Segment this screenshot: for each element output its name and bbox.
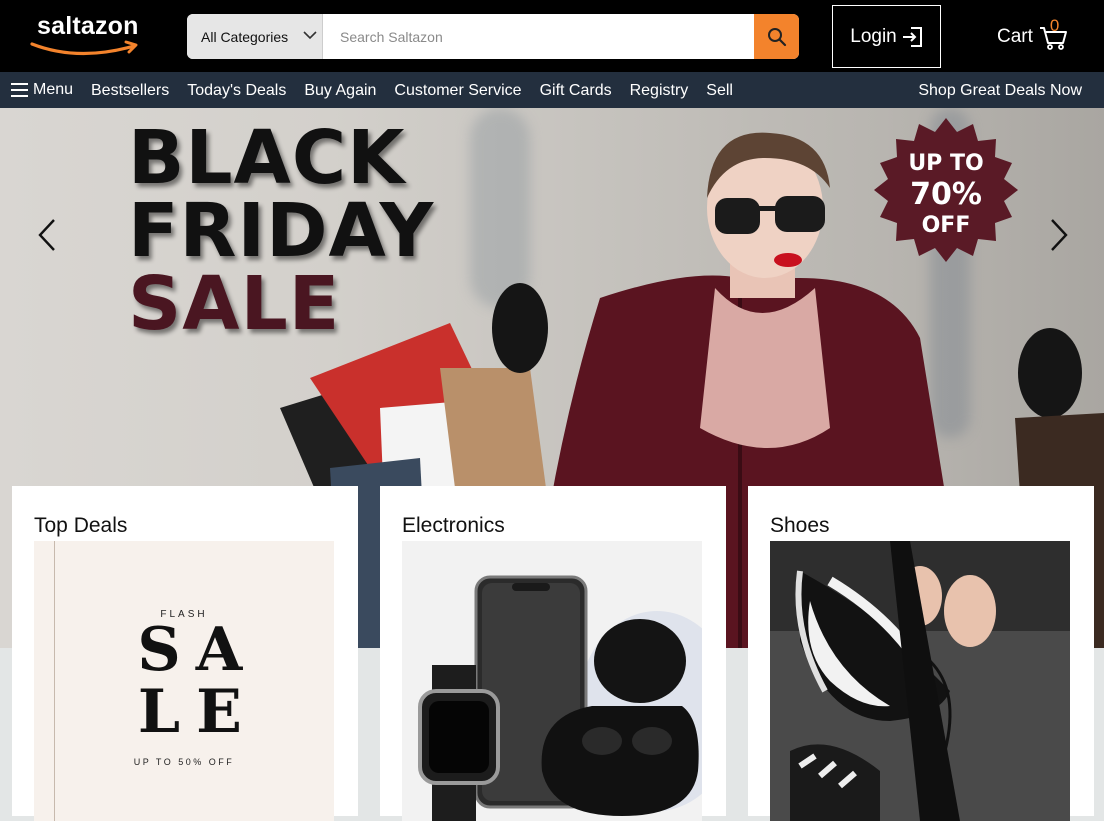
nav-links: Bestsellers Today's Deals Buy Again Cust… bbox=[91, 82, 751, 100]
sale-letter: L bbox=[137, 677, 181, 747]
shoes-image[interactable] bbox=[770, 541, 1070, 821]
category-card-shoes[interactable]: Shoes bbox=[748, 486, 1094, 821]
carousel-next-arrow-icon[interactable] bbox=[1048, 218, 1070, 252]
sale-letters: S A L E bbox=[129, 619, 249, 743]
sale-letter: A bbox=[195, 615, 243, 685]
brand-name: saltazon bbox=[37, 12, 139, 40]
chevron-down-icon bbox=[303, 31, 317, 40]
nav-link-registry[interactable]: Registry bbox=[630, 82, 689, 100]
sale-subtitle: UP TO 50% OFF bbox=[133, 757, 235, 767]
flash-sale-image[interactable]: FLASH S A L E UP TO 50% OFF bbox=[34, 541, 334, 821]
nav-link-customer-service[interactable]: Customer Service bbox=[394, 82, 521, 100]
nav-promo-link[interactable]: Shop Great Deals Now bbox=[918, 82, 1082, 100]
sale-letter: S bbox=[137, 615, 181, 685]
nav-link-sell[interactable]: Sell bbox=[706, 82, 733, 100]
search-bar: All Categories bbox=[187, 14, 799, 59]
search-button[interactable] bbox=[754, 14, 799, 59]
category-select-label: All Categories bbox=[201, 29, 289, 45]
hero-headline-line2: FRIDAY bbox=[128, 188, 435, 274]
search-input[interactable] bbox=[323, 14, 754, 59]
smile-arrow-icon bbox=[30, 40, 138, 56]
top-header: saltazon All Categories Login bbox=[0, 0, 1104, 72]
card-title: Shoes bbox=[770, 514, 830, 537]
hero-headline-line1: BLACK bbox=[128, 115, 406, 201]
hamburger-icon bbox=[11, 83, 28, 97]
sale-letter: E bbox=[196, 677, 242, 747]
brand-logo[interactable]: saltazon bbox=[20, 6, 154, 66]
cart-count-badge: 0 bbox=[1049, 16, 1060, 35]
badge-line1: UP TO bbox=[908, 151, 984, 176]
hero-headline-line3: SALE bbox=[128, 261, 341, 347]
nav-link-gift-cards[interactable]: Gift Cards bbox=[540, 82, 612, 100]
discount-badge: UP TO 70% OFF bbox=[874, 118, 1018, 262]
login-icon bbox=[902, 26, 922, 47]
badge-line2: 70% bbox=[910, 177, 982, 212]
badge-line3: OFF bbox=[921, 213, 971, 238]
category-card-electronics[interactable]: Electronics bbox=[380, 486, 726, 821]
nav-link-bestsellers[interactable]: Bestsellers bbox=[91, 82, 169, 100]
nav-link-todays-deals[interactable]: Today's Deals bbox=[187, 82, 286, 100]
menu-label: Menu bbox=[33, 81, 74, 98]
menu-button[interactable]: Menu bbox=[10, 81, 73, 99]
cart-icon: 0 bbox=[1039, 16, 1069, 52]
card-title: Top Deals bbox=[34, 514, 128, 537]
login-label: Login bbox=[850, 25, 897, 47]
category-card-top-deals[interactable]: Top Deals FLASH S A L E UP TO 50% OFF bbox=[12, 486, 358, 821]
nav-link-buy-again[interactable]: Buy Again bbox=[304, 82, 376, 100]
cart-button[interactable]: Cart 0 bbox=[997, 16, 1069, 52]
carousel-prev-arrow-icon[interactable] bbox=[36, 218, 58, 252]
nav-bar: Menu Bestsellers Today's Deals Buy Again… bbox=[0, 72, 1104, 108]
category-select[interactable]: All Categories bbox=[187, 14, 323, 59]
cart-label: Cart bbox=[997, 26, 1033, 47]
electronics-image[interactable] bbox=[402, 541, 702, 821]
card-title: Electronics bbox=[402, 514, 505, 537]
login-button[interactable]: Login bbox=[832, 5, 941, 68]
hero-headline: BLACK FRIDAY SALE bbox=[128, 115, 435, 347]
search-icon bbox=[767, 27, 786, 46]
